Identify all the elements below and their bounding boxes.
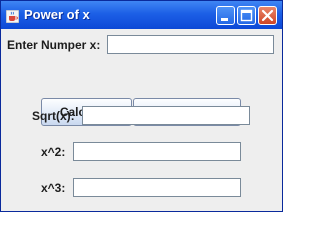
java-coffee-cup-icon	[5, 8, 20, 24]
close-icon	[261, 9, 274, 22]
minimize-button[interactable]	[216, 6, 235, 25]
sqrt-output-field[interactable]	[82, 106, 250, 125]
maximize-button[interactable]	[237, 6, 256, 25]
cube-label: x^3:	[41, 181, 66, 195]
maximize-icon	[240, 9, 253, 22]
close-button[interactable]	[258, 6, 277, 25]
cube-output-field[interactable]	[73, 178, 241, 197]
number-input[interactable]	[107, 35, 274, 54]
square-label: x^2:	[41, 145, 66, 159]
content-panel: Enter Numper x: Calculate Reset Values S…	[4, 29, 279, 209]
number-label: Enter Numper x:	[7, 38, 101, 52]
square-output-field[interactable]	[73, 142, 241, 161]
sqrt-label: Sqrt(x):	[32, 109, 75, 123]
app-window: Power of x Enter Numper x: Calculate Res…	[0, 0, 283, 212]
title-bar[interactable]: Power of x	[1, 1, 282, 29]
window-title: Power of x	[24, 7, 90, 22]
minimize-icon	[221, 18, 228, 21]
